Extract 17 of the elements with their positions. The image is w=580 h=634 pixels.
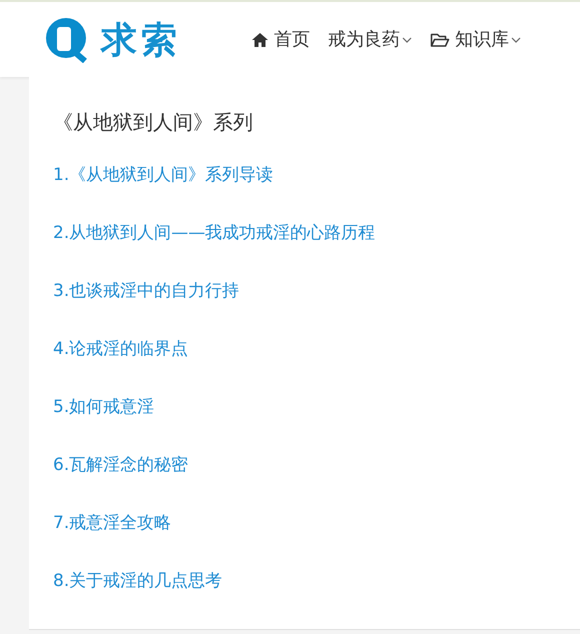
home-icon — [251, 32, 269, 48]
nav-link[interactable]: 首页 — [251, 26, 310, 53]
folder-icon — [430, 32, 450, 48]
article-link[interactable]: 1.《从地狱到人间》系列导读 — [53, 163, 580, 188]
article-link[interactable]: 8.关于戒淫的几点思考 — [53, 569, 580, 594]
chevron-icon — [511, 37, 521, 44]
nav-link[interactable]: 知识库 — [430, 26, 521, 53]
logo-text[interactable]: 求索 — [101, 12, 181, 66]
article-link[interactable]: 2.从地狱到人间——我成功戒淫的心路历程 — [53, 221, 580, 246]
section-title: 《从地狱到人间》系列 — [53, 109, 254, 136]
article-link[interactable]: 5.如何戒意淫 — [53, 395, 580, 420]
chevron-icon — [402, 37, 412, 44]
article-link[interactable]: 7.戒意淫全攻略 — [53, 511, 580, 536]
nav-link[interactable]: 戒为良药 — [328, 26, 412, 53]
article-link[interactable]: 4.论戒淫的临界点 — [53, 337, 580, 362]
article-link[interactable]: 3.也谈戒淫中的自力行持 — [53, 279, 580, 304]
article-link[interactable]: 6.瓦解淫念的秘密 — [53, 453, 580, 478]
